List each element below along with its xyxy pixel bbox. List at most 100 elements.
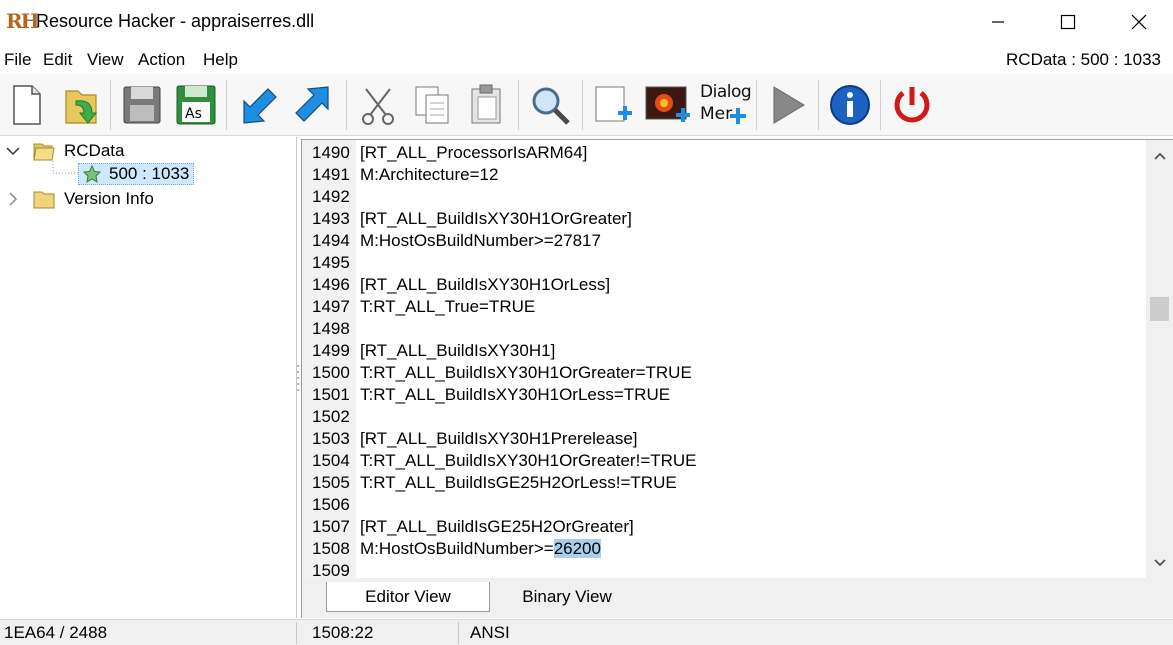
tab-binary-view[interactable]: Binary View xyxy=(502,582,632,612)
code-text-content: T:RT_ALL_True=TRUE xyxy=(360,297,536,316)
chevron-down-icon[interactable] xyxy=(6,145,20,157)
code-text[interactable]: T:RT_ALL_True=TRUE xyxy=(360,296,535,318)
editor-line[interactable]: 1498 xyxy=(302,318,1147,340)
grip-icon xyxy=(297,365,299,391)
code-text-content: [RT_ALL_BuildIsXY30H1OrGreater] xyxy=(360,209,632,228)
code-text[interactable]: T:RT_ALL_BuildIsXY30H1OrGreater!=TRUE xyxy=(360,450,697,472)
editor-line[interactable]: 1499 [RT_ALL_BuildIsXY30H1] xyxy=(302,340,1147,362)
menu-view[interactable]: View xyxy=(87,50,124,70)
editor-line[interactable]: 1491 M:Architecture=12 xyxy=(302,164,1147,186)
status-separator xyxy=(458,622,459,644)
code-text-content: M:HostOsBuildNumber>=27817 xyxy=(360,231,601,250)
tree-connector-lines xyxy=(52,161,78,174)
cut-button[interactable] xyxy=(354,80,402,130)
line-number: 1503 xyxy=(312,429,350,448)
code-text[interactable]: T:RT_ALL_BuildIsGE25H2OrLess!=TRUE xyxy=(360,472,677,494)
editor-line[interactable]: 1497 T:RT_ALL_True=TRUE xyxy=(302,296,1147,318)
editor-line[interactable]: 1502 xyxy=(302,406,1147,428)
code-text-content: M:Architecture=12 xyxy=(360,165,499,184)
editor-line[interactable]: 1495 xyxy=(302,252,1147,274)
line-number: 1500 xyxy=(312,363,350,382)
editor-line[interactable]: 1496 [RT_ALL_BuildIsXY30H1OrLess] xyxy=(302,274,1147,296)
line-number: 1508 xyxy=(312,539,350,558)
editor-line[interactable]: 1493 [RT_ALL_BuildIsXY30H1OrGreater] xyxy=(302,208,1147,230)
editor-line[interactable]: 1505 T:RT_ALL_BuildIsGE25H2OrLess!=TRUE xyxy=(302,472,1147,494)
menu-file[interactable]: File xyxy=(4,50,31,70)
paste-icon xyxy=(471,84,501,124)
editor-line[interactable]: 1503 [RT_ALL_BuildIsXY30H1Prerelease] xyxy=(302,428,1147,450)
code-text[interactable]: [RT_ALL_BuildIsGE25H2OrGreater] xyxy=(360,516,634,538)
dialog-menu-label: Dialog xyxy=(700,82,752,102)
code-text-content: T:RT_ALL_BuildIsXY30H1OrGreater=TRUE xyxy=(360,363,692,382)
add-from-file-icon xyxy=(295,86,329,122)
status-bar: 1EA64 / 2488 1508:22 ANSI xyxy=(0,619,1173,645)
scroll-thumb[interactable] xyxy=(1150,297,1169,322)
code-text[interactable]: [RT_ALL_ProcessorIsARM64] xyxy=(360,142,587,164)
maximize-icon xyxy=(1060,14,1076,30)
code-text[interactable]: M:HostOsBuildNumber>=27817 xyxy=(360,230,601,252)
save-button[interactable] xyxy=(118,80,166,130)
selected-text[interactable]: 26200 xyxy=(553,539,601,558)
maximize-button[interactable] xyxy=(1045,0,1091,44)
editor-line[interactable]: 1504 T:RT_ALL_BuildIsXY30H1OrGreater!=TRU… xyxy=(302,450,1147,472)
find-button[interactable] xyxy=(526,80,574,130)
run-script-button[interactable] xyxy=(764,80,812,130)
code-text[interactable]: [RT_ALL_BuildIsXY30H1Prerelease] xyxy=(360,428,638,450)
code-text[interactable]: T:RT_ALL_BuildIsXY30H1OrLess=TRUE xyxy=(360,384,670,406)
editor-line[interactable]: 1492 xyxy=(302,186,1147,208)
line-number: 1492 xyxy=(312,187,350,206)
code-text-content: M:HostOsBuildNumber>= xyxy=(360,539,554,558)
menu-action[interactable]: Action xyxy=(138,50,185,70)
paste-button[interactable] xyxy=(462,80,510,130)
editor-line[interactable]: 1506 xyxy=(302,494,1147,516)
chevron-right-icon[interactable] xyxy=(6,192,20,206)
scroll-up-button[interactable] xyxy=(1146,146,1173,166)
editor-line[interactable]: 1490 [RT_ALL_ProcessorIsARM64] xyxy=(302,142,1147,164)
dialog-menu-editor-button[interactable]: Dialog Mer xyxy=(696,80,752,130)
title-bar: RH Resource Hacker - appraiserres.dll xyxy=(0,0,1173,44)
status-offset: 1EA64 / 2488 xyxy=(4,623,108,642)
about-button[interactable] xyxy=(826,80,874,130)
script-editor[interactable]: 1490 [RT_ALL_ProcessorIsARM64] 1491 M:Archi… xyxy=(301,139,1173,580)
line-number: 1506 xyxy=(312,495,350,514)
editor-line[interactable]: 1507 [RT_ALL_BuildIsGE25H2OrGreater] xyxy=(302,516,1147,538)
scroll-down-button[interactable] xyxy=(1146,553,1173,573)
compile-icon xyxy=(243,88,277,124)
copy-button[interactable] xyxy=(408,80,456,130)
code-text[interactable]: M:HostOsBuildNumber>=26200 xyxy=(360,538,601,560)
add-from-file-button[interactable] xyxy=(290,80,338,130)
toolbar-separator xyxy=(880,80,881,130)
editor-line[interactable]: 1501 T:RT_ALL_BuildIsXY30H1OrLess=TRUE xyxy=(302,384,1147,406)
editor-line[interactable]: 1508 M:HostOsBuildNumber>=26200 xyxy=(302,538,1147,560)
new-button[interactable] xyxy=(2,80,50,130)
add-blank-resource-button[interactable] xyxy=(590,80,638,130)
tree-node-version-info[interactable]: Version Info xyxy=(6,188,154,210)
code-text[interactable]: [RT_ALL_BuildIsXY30H1] xyxy=(360,340,555,362)
vertical-scrollbar[interactable] xyxy=(1146,140,1173,579)
close-button[interactable] xyxy=(1116,0,1162,44)
pane-splitter[interactable] xyxy=(296,362,300,394)
code-text[interactable]: T:RT_ALL_BuildIsXY30H1OrGreater=TRUE xyxy=(360,362,692,384)
toolbar: As Dialog Mer xyxy=(0,74,1173,136)
chevron-down-icon xyxy=(1153,559,1166,567)
exit-button[interactable] xyxy=(888,80,936,130)
line-number: 1499 xyxy=(312,341,350,360)
code-text[interactable]: [RT_ALL_BuildIsXY30H1OrGreater] xyxy=(360,208,632,230)
code-text-content: T:RT_ALL_BuildIsGE25H2OrLess!=TRUE xyxy=(360,473,677,492)
save-as-button[interactable]: As xyxy=(172,80,220,130)
compile-button[interactable] xyxy=(234,80,282,130)
editor-line[interactable]: 1500 T:RT_ALL_BuildIsXY30H1OrGreater=TRUE xyxy=(302,362,1147,384)
minimize-button[interactable] xyxy=(975,0,1021,44)
add-image-resource-button[interactable] xyxy=(644,80,692,130)
open-button[interactable] xyxy=(58,80,106,130)
toolbar-separator xyxy=(818,80,819,130)
code-text[interactable]: M:Architecture=12 xyxy=(360,164,498,186)
find-icon xyxy=(532,87,570,125)
save-as-label: As xyxy=(185,106,202,122)
tab-editor-view[interactable]: Editor View xyxy=(326,582,490,612)
editor-line[interactable]: 1494 M:HostOsBuildNumber>=27817 xyxy=(302,230,1147,252)
menu-help[interactable]: Help xyxy=(203,50,238,70)
code-text[interactable]: [RT_ALL_BuildIsXY30H1OrLess] xyxy=(360,274,610,296)
menu-edit[interactable]: Edit xyxy=(43,50,72,70)
app-logo: RH xyxy=(6,9,40,33)
